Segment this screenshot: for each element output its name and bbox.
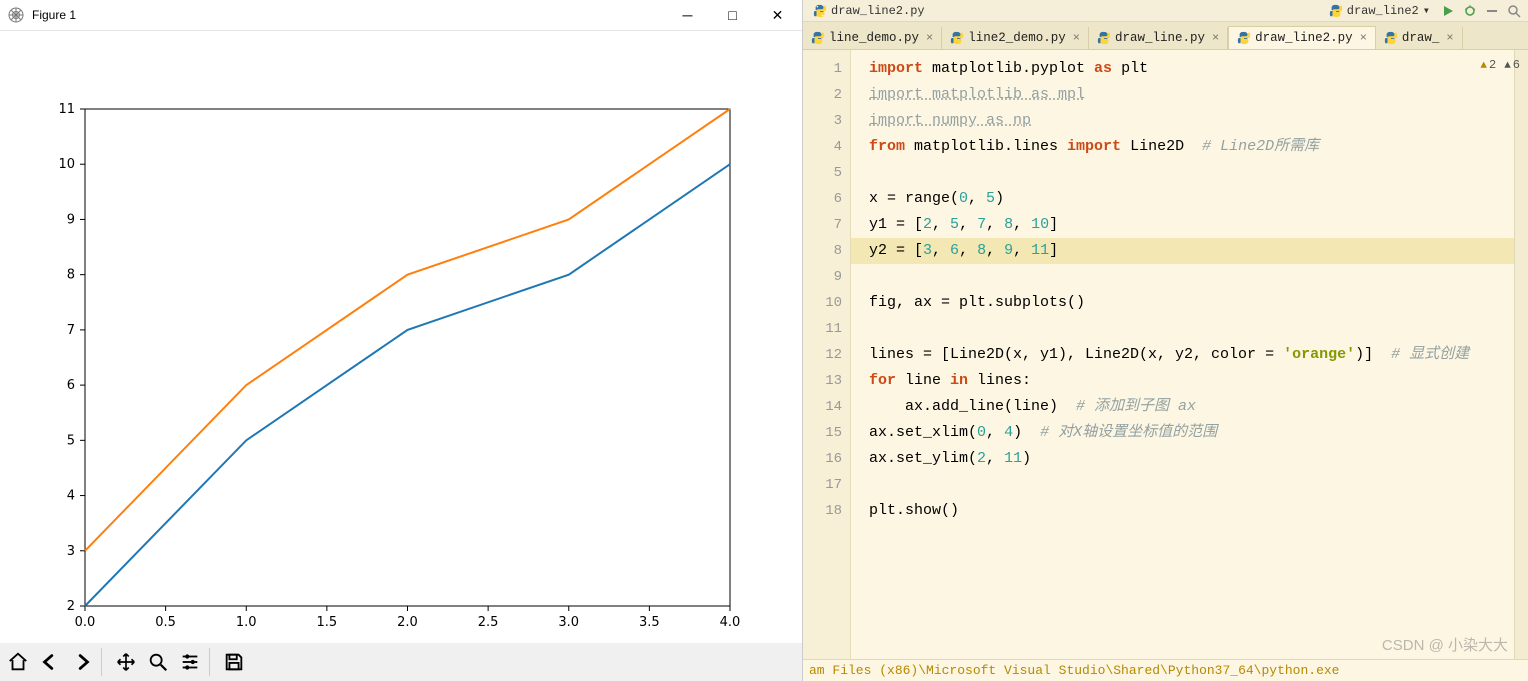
watermark: CSDN @ 小染大大 xyxy=(1382,634,1508,655)
close-tab-icon[interactable]: × xyxy=(926,31,933,45)
breadcrumb-label: draw_line2.py xyxy=(831,4,925,18)
svg-text:1.5: 1.5 xyxy=(317,615,338,630)
svg-text:4: 4 xyxy=(67,489,75,504)
plot-canvas[interactable]: 0.0 0.5 1.0 1.5 2.0 2.5 3.0 3.5 4.0 2 3 4 5 6 7 8 9 10 11 xyxy=(0,31,802,643)
close-button[interactable]: ✕ xyxy=(755,0,800,30)
code-line[interactable]: fig, ax = plt.subplots() xyxy=(851,290,1528,316)
breadcrumb-tab[interactable]: draw_line2.py xyxy=(807,4,931,18)
svg-text:1.0: 1.0 xyxy=(236,615,257,630)
matplotlib-icon xyxy=(6,5,26,25)
editor-tab[interactable]: line_demo.py× xyxy=(803,27,942,49)
pan-button[interactable] xyxy=(111,647,141,677)
svg-text:4.0: 4.0 xyxy=(720,615,741,630)
run-config[interactable]: draw_line2 ▾ xyxy=(1323,3,1436,18)
code-line[interactable] xyxy=(851,472,1528,498)
code-line[interactable]: plt.show() xyxy=(851,498,1528,524)
editor-tab[interactable]: draw_× xyxy=(1376,27,1463,49)
status-bar: am Files (x86)\Microsoft Visual Studio\S… xyxy=(803,659,1528,681)
code-line[interactable]: ax.set_ylim(2, 11) xyxy=(851,446,1528,472)
weak-warning-count[interactable]: 6 xyxy=(1504,58,1520,72)
code-line[interactable] xyxy=(851,160,1528,186)
svg-text:0.0: 0.0 xyxy=(75,615,96,630)
editor-tab[interactable]: draw_line.py× xyxy=(1089,27,1228,49)
save-button[interactable] xyxy=(219,647,249,677)
code-area[interactable]: 123456789101112131415161718 2 6 import m… xyxy=(803,50,1528,659)
code-line[interactable]: x = range(0, 5) xyxy=(851,186,1528,212)
code[interactable]: 2 6 import matplotlib.pyplot as pltimpor… xyxy=(851,50,1528,659)
toolbar-separator xyxy=(101,648,107,676)
more-icon[interactable] xyxy=(1482,1,1502,21)
close-tab-icon[interactable]: × xyxy=(1073,31,1080,45)
svg-text:0.5: 0.5 xyxy=(155,615,176,630)
minimize-button[interactable]: ─ xyxy=(665,0,710,30)
svg-text:2.5: 2.5 xyxy=(478,615,499,630)
code-line[interactable] xyxy=(851,316,1528,342)
close-tab-icon[interactable]: × xyxy=(1212,31,1219,45)
code-line[interactable]: ax.set_xlim(0, 4) # 对X轴设置坐标值的范围 xyxy=(851,420,1528,446)
svg-text:2: 2 xyxy=(67,599,75,614)
gutter: 123456789101112131415161718 xyxy=(803,50,851,659)
svg-text:3: 3 xyxy=(67,544,75,559)
forward-button[interactable] xyxy=(67,647,97,677)
inspection-badges[interactable]: 2 6 xyxy=(1480,58,1520,72)
svg-text:10: 10 xyxy=(58,157,75,172)
ide-pane: draw_line2.py draw_line2 ▾ line_demo.py×… xyxy=(803,0,1528,681)
svg-text:8: 8 xyxy=(67,268,75,283)
debug-icon[interactable] xyxy=(1460,1,1480,21)
ide-top-strip: draw_line2.py draw_line2 ▾ xyxy=(803,0,1528,22)
matplotlib-window: Figure 1 ─ □ ✕ 0.0 0.5 1.0 1.5 2.0 2.5 3.0 3.5 4… xyxy=(0,0,803,681)
code-line[interactable]: y2 = [3, 6, 8, 9, 11] xyxy=(851,238,1528,264)
code-line[interactable]: from matplotlib.lines import Line2D # Li… xyxy=(851,134,1528,160)
code-line[interactable]: lines = [Line2D(x, y1), Line2D(x, y2, co… xyxy=(851,342,1528,368)
code-line[interactable]: import matplotlib.pyplot as plt xyxy=(851,56,1528,82)
code-line[interactable]: y1 = [2, 5, 7, 8, 10] xyxy=(851,212,1528,238)
svg-text:3.0: 3.0 xyxy=(558,615,579,630)
search-icon[interactable] xyxy=(1504,1,1524,21)
svg-text:3.5: 3.5 xyxy=(639,615,660,630)
code-line[interactable]: import matplotlib as mpl xyxy=(851,82,1528,108)
close-tab-icon[interactable]: × xyxy=(1360,31,1367,45)
scroll-marker-bar xyxy=(1514,50,1528,659)
configure-button[interactable] xyxy=(175,647,205,677)
svg-text:2.0: 2.0 xyxy=(397,615,418,630)
zoom-button[interactable] xyxy=(143,647,173,677)
editor-tab[interactable]: line2_demo.py× xyxy=(942,27,1089,49)
window-title: Figure 1 xyxy=(32,8,665,22)
code-line[interactable]: ax.add_line(line) # 添加到子图 ax xyxy=(851,394,1528,420)
editor-tab[interactable]: draw_line2.py× xyxy=(1228,26,1376,50)
code-line[interactable]: import numpy as np xyxy=(851,108,1528,134)
svg-text:11: 11 xyxy=(58,102,75,117)
close-tab-icon[interactable]: × xyxy=(1446,31,1453,45)
toolbar-separator xyxy=(209,648,215,676)
run-icon[interactable] xyxy=(1438,1,1458,21)
svg-text:6: 6 xyxy=(67,378,75,393)
code-line[interactable]: for line in lines: xyxy=(851,368,1528,394)
svg-text:9: 9 xyxy=(67,212,75,227)
maximize-button[interactable]: □ xyxy=(710,0,755,30)
back-button[interactable] xyxy=(35,647,65,677)
warning-count[interactable]: 2 xyxy=(1480,58,1496,72)
code-line[interactable] xyxy=(851,264,1528,290)
titlebar[interactable]: Figure 1 ─ □ ✕ xyxy=(0,0,802,31)
mpl-toolbar xyxy=(0,643,802,681)
home-button[interactable] xyxy=(3,647,33,677)
svg-text:7: 7 xyxy=(67,323,75,338)
editor-tabs: line_demo.py×line2_demo.py×draw_line.py×… xyxy=(803,22,1528,50)
svg-text:5: 5 xyxy=(67,433,75,448)
